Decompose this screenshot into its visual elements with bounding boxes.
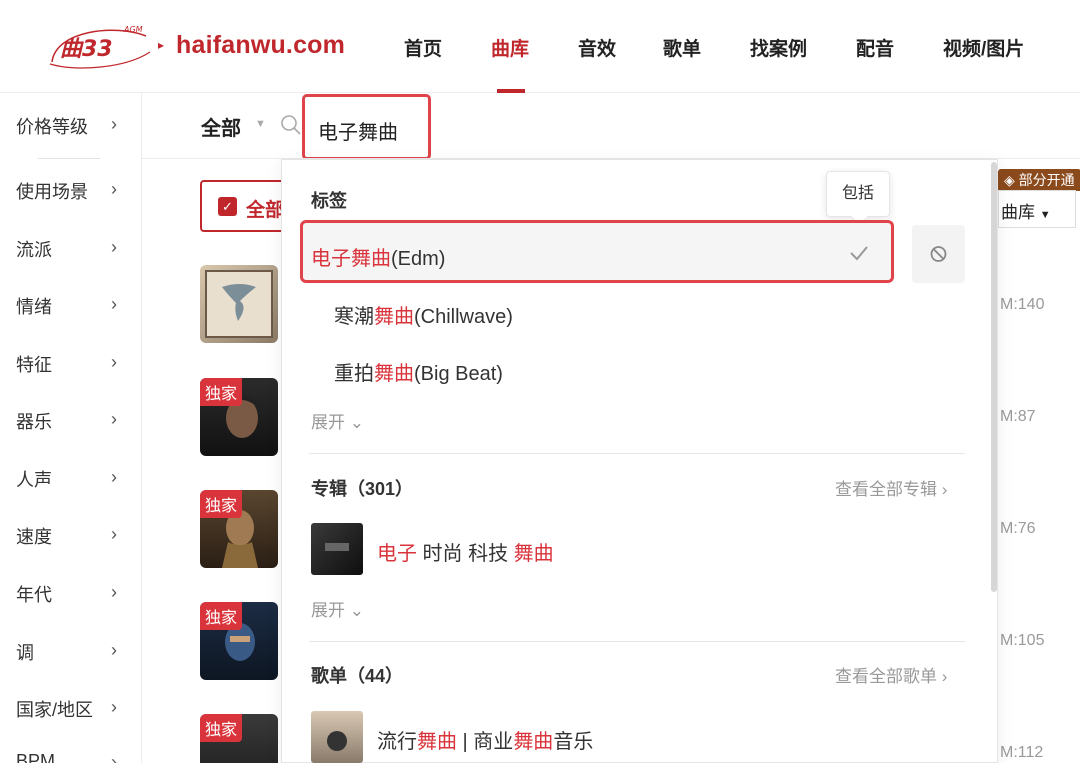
nav-sound-effects[interactable]: 音效 xyxy=(578,34,616,64)
select-all-label: 全部 xyxy=(246,200,285,221)
albums-section-title: 专辑（301） xyxy=(311,479,414,499)
site-header: 曲33 AGM ▸ haifanwu.com 首页 曲库 音效 歌单 找案例 配… xyxy=(0,0,1080,93)
nav-video-images[interactable]: 视频/图片 xyxy=(943,34,1024,64)
section-divider xyxy=(309,641,965,642)
track-meta: M:87 xyxy=(1000,408,1036,425)
view-all-albums-link[interactable]: 查看全部专辑 › xyxy=(835,475,947,500)
tag-option[interactable]: 寒潮舞曲(Chillwave) xyxy=(334,300,513,329)
site-name[interactable]: haifanwu.com xyxy=(176,31,345,60)
tag-option-label: 电子舞曲(Edm) xyxy=(311,248,446,270)
sidebar-item-feature[interactable]: 特征 xyxy=(16,351,52,377)
chevron-right-icon: › xyxy=(111,467,117,487)
track-cover[interactable] xyxy=(200,265,278,343)
tags-section-title: 标签 xyxy=(311,191,347,211)
library-select[interactable]: 曲库 ▼ xyxy=(998,190,1076,228)
sidebar-item-price-level[interactable]: 价格等级 xyxy=(16,113,88,139)
playlist-cover[interactable] xyxy=(311,711,363,763)
dropdown-scrollbar[interactable] xyxy=(991,162,997,592)
track-cover[interactable]: 独家 xyxy=(200,714,278,763)
playlist-item[interactable]: 流行舞曲 | 商业舞曲音乐 xyxy=(377,725,593,754)
chevron-right-icon: › xyxy=(111,114,117,134)
sidebar-item-mood[interactable]: 情绪 xyxy=(16,293,52,319)
track-cover[interactable]: 独家 xyxy=(200,378,278,456)
exclusive-badge: 独家 xyxy=(200,602,243,630)
sidebar-item-instrument[interactable]: 器乐 xyxy=(16,408,52,434)
track-cover[interactable]: 独家 xyxy=(200,490,278,568)
caret-down-icon: ▼ xyxy=(255,118,266,130)
track-meta: M:76 xyxy=(1000,520,1036,537)
site-arrow-icon: ▸ xyxy=(158,38,165,52)
sidebar-item-genre[interactable]: 流派 xyxy=(16,236,52,262)
search-query: 电子舞曲 xyxy=(318,122,398,144)
nav-home[interactable]: 首页 xyxy=(404,34,442,64)
album-artwork xyxy=(325,543,349,551)
checkmark-icon: ✓ xyxy=(218,197,237,216)
check-icon[interactable] xyxy=(848,242,870,264)
caret-down-icon: ▼ xyxy=(1039,209,1051,221)
playlist-artwork xyxy=(327,731,347,751)
chevron-right-icon: › xyxy=(111,294,117,314)
nav-playlists[interactable]: 歌单 xyxy=(663,34,701,64)
exclusive-badge: 独家 xyxy=(200,378,243,406)
album-cover[interactable] xyxy=(311,523,363,575)
search-icon xyxy=(281,115,301,135)
chevron-right-icon: › xyxy=(111,640,117,660)
view-all-playlists-link[interactable]: 查看全部歌单 › xyxy=(835,662,947,687)
filter-sidebar: 价格等级 › 使用场景 › 流派 › 情绪 › 特征 › 器乐 › 人声 › 速… xyxy=(0,93,142,763)
expand-albums-button[interactable]: 展开 ⌄ xyxy=(311,596,364,621)
exclusive-badge: 独家 xyxy=(200,490,243,518)
chevron-right-icon: › xyxy=(111,352,117,372)
nav-voiceover[interactable]: 配音 xyxy=(856,34,894,64)
chevron-right-icon: › xyxy=(111,752,117,763)
select-all-checkbox[interactable]: ✓ 全部 xyxy=(200,180,290,232)
search-input[interactable]: 电子舞曲 xyxy=(302,94,431,160)
chevron-down-icon: ⌄ xyxy=(349,601,364,620)
chevron-right-icon: › xyxy=(111,582,117,602)
active-nav-indicator xyxy=(497,89,525,93)
chevron-right-icon: › xyxy=(111,237,117,257)
exclusive-badge: 独家 xyxy=(200,714,243,742)
block-icon xyxy=(930,246,947,262)
logo-superscript: AGM xyxy=(123,25,143,34)
track-meta: M:140 xyxy=(1000,296,1045,313)
sidebar-item-key[interactable]: 调 xyxy=(16,639,34,665)
track-meta: M:105 xyxy=(1000,632,1045,649)
tag-option[interactable]: 重拍舞曲(Big Beat) xyxy=(334,357,503,386)
nav-find-cases[interactable]: 找案例 xyxy=(750,34,807,64)
exclude-tag-button[interactable] xyxy=(912,225,965,283)
tornado-artwork xyxy=(205,270,273,338)
playlists-section-title: 歌单（44） xyxy=(311,666,404,686)
partial-access-badge: ◈ 部分开通 xyxy=(998,169,1080,191)
chevron-right-icon: › xyxy=(111,697,117,717)
chevron-right-icon: › xyxy=(111,524,117,544)
site-logo[interactable]: 曲33 AGM xyxy=(46,22,156,74)
track-cover[interactable]: 独家 xyxy=(200,602,278,680)
sidebar-item-country-region[interactable]: 国家/地区 xyxy=(16,696,93,722)
section-divider xyxy=(309,453,965,454)
chevron-right-icon: › xyxy=(111,409,117,429)
nav-music-library[interactable]: 曲库 xyxy=(491,34,529,64)
sidebar-item-tempo[interactable]: 速度 xyxy=(16,523,52,549)
chevron-right-icon: › xyxy=(111,179,117,199)
logo-text: 曲33 xyxy=(60,37,113,62)
track-meta: M:112 xyxy=(1000,744,1044,761)
sidebar-item-bpm[interactable]: BPM xyxy=(16,751,55,763)
expand-tags-button[interactable]: 展开 ⌄ xyxy=(311,408,364,433)
sidebar-item-vocals[interactable]: 人声 xyxy=(16,466,52,492)
search-scope-select[interactable]: 全部 xyxy=(201,112,241,141)
sidebar-divider xyxy=(38,158,100,159)
include-tooltip: 包括 xyxy=(826,171,890,217)
sidebar-item-era[interactable]: 年代 xyxy=(16,581,52,607)
chevron-down-icon: ⌄ xyxy=(349,413,364,432)
album-item[interactable]: 电子 时尚 科技 舞曲 xyxy=(377,537,554,566)
sidebar-item-usage-scene[interactable]: 使用场景 xyxy=(16,178,88,204)
